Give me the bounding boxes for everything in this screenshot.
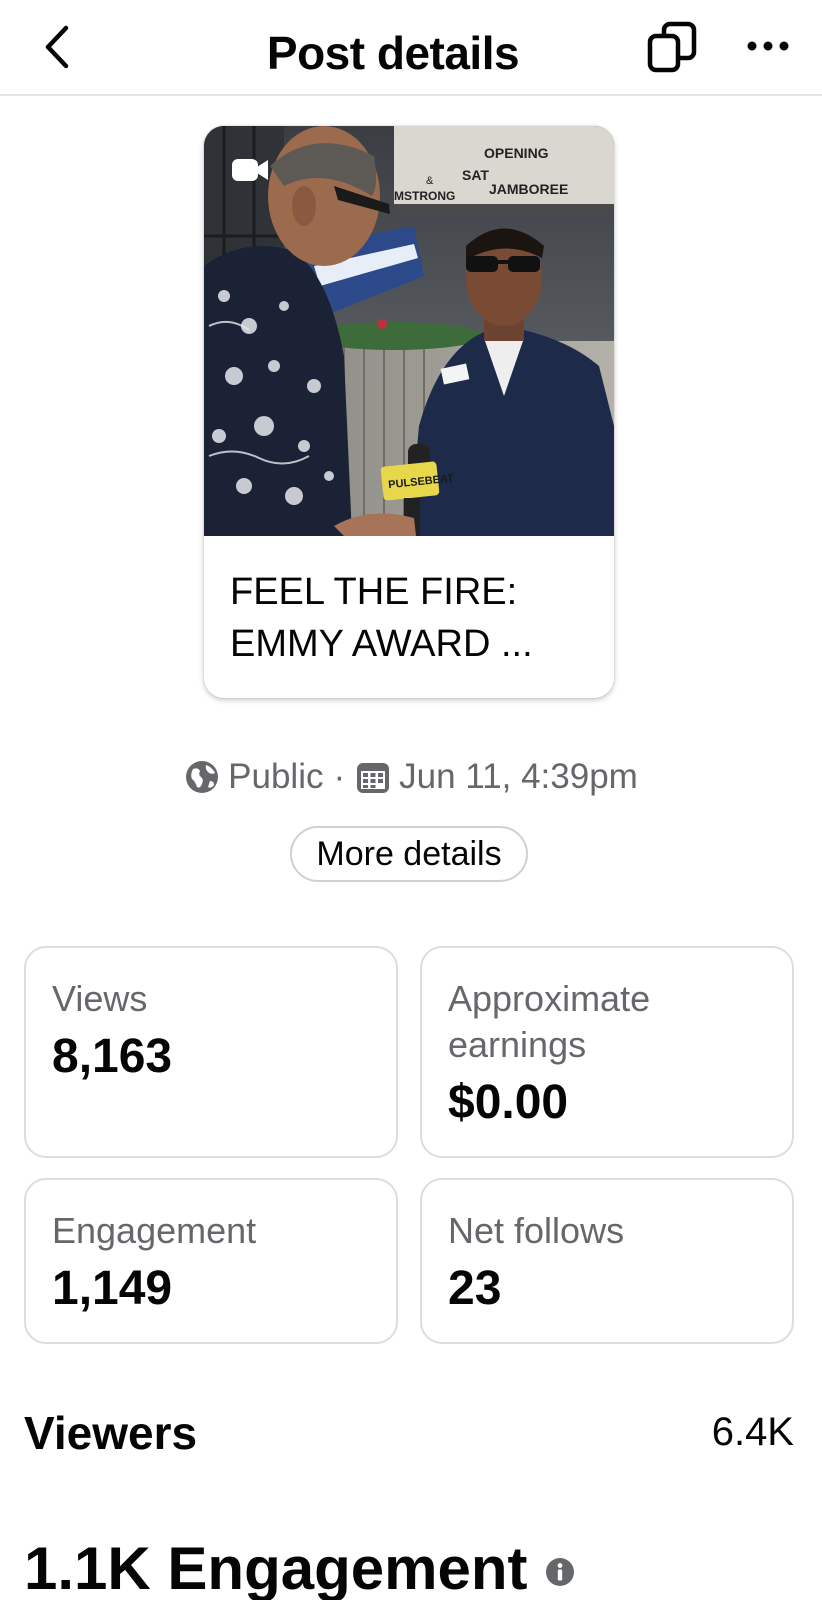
video-camera-icon [232,159,268,181]
engagement-heading-text: 1.1K Engagement [24,1535,528,1600]
sign-text: & [426,175,434,187]
top-bar: Post details [0,0,822,96]
stat-card-net-follows[interactable]: Net follows 23 [420,1178,794,1344]
post-title: FEEL THE FIRE: EMMY AWARD ... [230,571,533,665]
sign-text: SAT [462,167,489,183]
post-details-screen: Post details OPENING SAT & MSTRONG JAMBO… [0,0,822,1600]
more-details-button[interactable]: More details [290,826,528,882]
stat-card-engagement[interactable]: Engagement 1,149 [24,1178,398,1344]
visibility-label: Public [228,757,324,796]
post-meta: Public · Jun 11, 4:39pm [0,752,822,802]
stat-card-views[interactable]: Views 8,163 [24,946,398,1158]
stat-label: Engagement [52,1210,257,1251]
more-horizontal-icon [747,41,789,51]
copy-icon [647,21,697,73]
info-icon[interactable] [545,1557,575,1587]
calendar-icon [357,763,390,793]
stat-label: Net follows [448,1210,625,1251]
stat-label: Approximate earnings [448,978,651,1065]
thumbnail-image: OPENING SAT & MSTRONG JAMBOREE PULSEBEAT [204,126,614,536]
viewers-heading: Viewers [24,1407,198,1459]
stat-card-earnings[interactable]: Approximate earnings $0.00 [420,946,794,1158]
stat-value: 1,149 [52,1262,173,1315]
meta-separator: · [333,757,346,796]
sign-text: JAMBOREE [489,181,568,197]
stat-value: 23 [448,1262,502,1315]
more-options-button[interactable] [744,28,792,64]
viewers-count: 6.4K [711,1410,794,1454]
stat-value: $0.00 [448,1076,569,1129]
globe-icon [186,761,219,793]
post-thumbnail: OPENING SAT & MSTRONG JAMBOREE PULSEBEAT [204,126,614,536]
sign-text: OPENING [484,145,549,161]
copy-button[interactable] [646,20,702,76]
video-type-badge [230,156,270,184]
post-date: Jun 11, 4:39pm [399,757,638,796]
post-preview-card[interactable]: OPENING SAT & MSTRONG JAMBOREE PULSEBEAT… [204,126,614,698]
sign-text: MSTRONG [394,189,455,203]
engagement-section-heading: 1.1K Engagement [24,1534,575,1600]
stat-label: Views [52,978,148,1019]
stat-value: 8,163 [52,1030,173,1083]
